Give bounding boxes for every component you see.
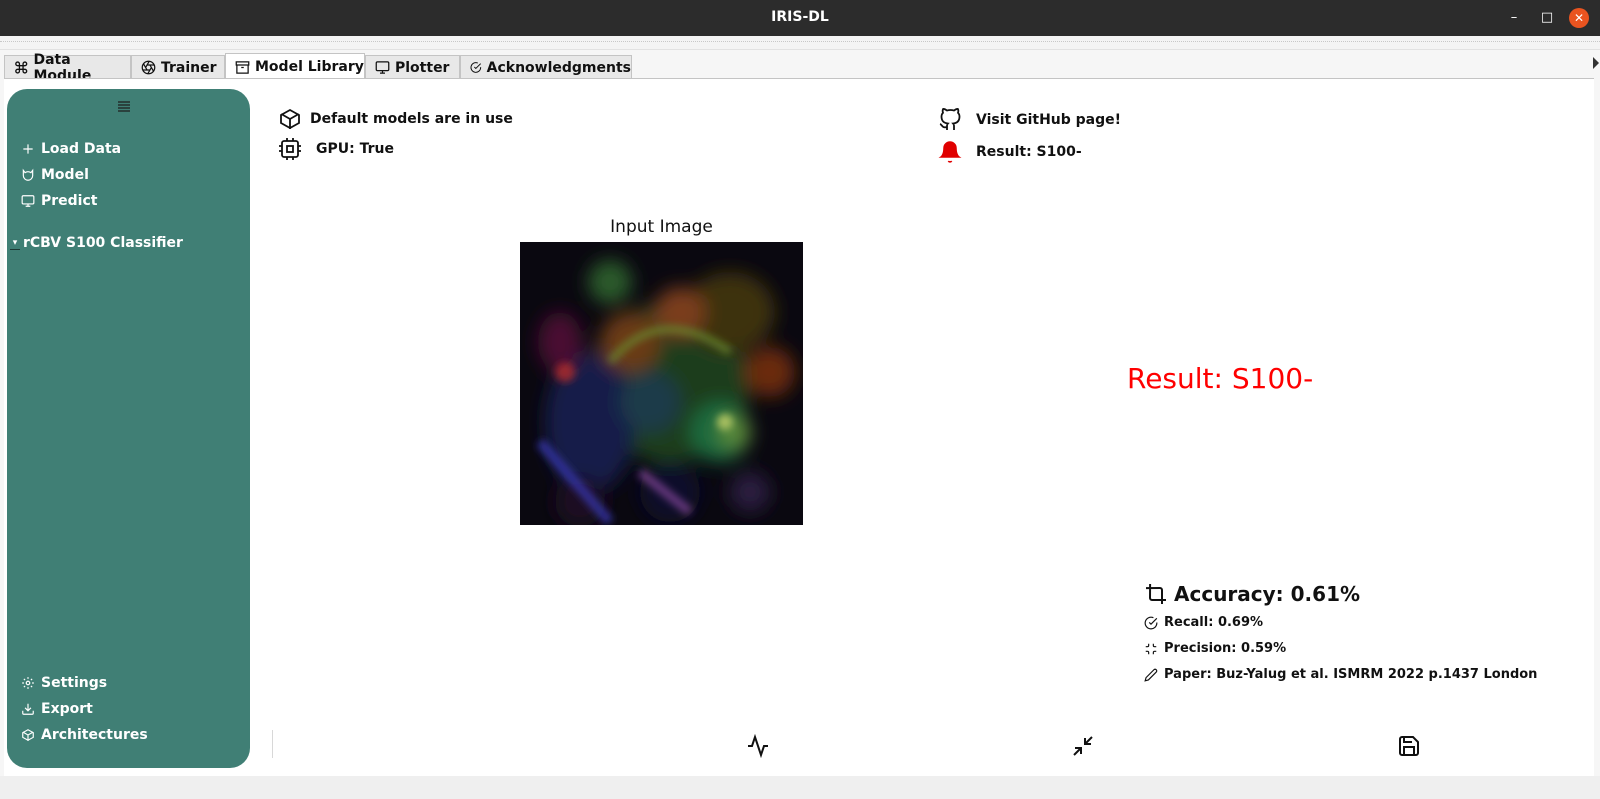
sidebar-item-export[interactable]: Export — [21, 699, 93, 719]
gear-icon — [22, 677, 34, 689]
minimize-2-icon[interactable] — [1071, 734, 1095, 758]
menu-icon[interactable] — [117, 99, 131, 113]
github-link[interactable]: Visit GitHub page! — [938, 108, 1121, 132]
github-link-text: Visit GitHub page! — [976, 112, 1122, 128]
activity-icon[interactable] — [746, 734, 770, 758]
models-status: Default models are in use — [278, 107, 513, 131]
precision-metric: Precision: 0.59% — [1144, 641, 1286, 656]
input-image-title: Input Image — [610, 217, 713, 237]
github-icon — [939, 108, 961, 130]
tab-label: Trainer — [161, 59, 217, 76]
minimize-icon — [1145, 643, 1157, 654]
tree-item-classifier[interactable]: ▾ rCBV S100 Classifier — [10, 235, 183, 251]
check-circle-icon — [470, 62, 482, 73]
window-title: IRIS-DL — [771, 9, 829, 25]
sidebar: Load Data Model Predict ▾ rCBV S100 Clas… — [7, 89, 250, 768]
accuracy-text: Accuracy: 0.61% — [1174, 582, 1361, 606]
caret-down-icon[interactable]: ▾ — [10, 236, 20, 250]
save-icon[interactable] — [1397, 734, 1421, 758]
codesandbox-icon — [22, 729, 34, 741]
recall-text: Recall: 0.69% — [1164, 615, 1264, 630]
status-bar — [0, 776, 1600, 799]
input-image — [520, 242, 803, 525]
tab-model-library[interactable]: Model Library — [225, 53, 365, 80]
accuracy-metric: Accuracy: 0.61% — [1144, 582, 1360, 606]
plus-icon — [23, 144, 33, 154]
result-label: Result: S100- — [1127, 362, 1314, 395]
paper-metric: Paper: Buz-Yalug et al. ISMRM 2022 p.143… — [1144, 667, 1537, 682]
sidebar-item-label: Model — [41, 167, 89, 183]
archive-icon — [235, 60, 250, 74]
pen-icon — [1144, 668, 1158, 682]
toolbar-grip — [0, 36, 1600, 50]
tab-trainer[interactable]: Trainer — [131, 55, 225, 79]
tab-label: Model Library — [255, 59, 364, 75]
precision-text: Precision: 0.59% — [1164, 641, 1287, 656]
sidebar-item-architectures[interactable]: Architectures — [21, 725, 148, 745]
download-icon — [22, 703, 34, 715]
title-bar: IRIS-DL – □ ✕ — [0, 0, 1600, 36]
tab-label: Plotter — [395, 59, 450, 76]
command-icon — [15, 61, 28, 74]
gpu-status: GPU: True — [278, 137, 394, 161]
sidebar-item-label: Predict — [41, 193, 98, 209]
result-status-text: Result: S100- — [976, 144, 1082, 160]
cpu-icon — [279, 138, 301, 160]
close-window-button[interactable]: ✕ — [1569, 8, 1589, 28]
recall-metric: Recall: 0.69% — [1144, 615, 1263, 630]
check-circle-icon — [1144, 616, 1158, 629]
monitor-icon — [375, 61, 390, 74]
sidebar-item-label: Architectures — [41, 727, 148, 743]
gpu-status-text: GPU: True — [316, 141, 394, 157]
sidebar-item-label: Settings — [41, 675, 108, 691]
minimize-window-button[interactable]: – — [1504, 8, 1524, 28]
tree-item-label: rCBV S100 Classifier — [23, 235, 183, 251]
box-icon — [280, 108, 300, 130]
maximize-window-button[interactable]: □ — [1537, 8, 1557, 28]
result-status: Result: S100- — [938, 140, 1082, 164]
paper-text: Paper: Buz-Yalug et al. ISMRM 2022 p.143… — [1164, 667, 1538, 682]
tab-scroll-right[interactable] — [1592, 53, 1600, 73]
tab-plotter[interactable]: Plotter — [365, 55, 460, 79]
sidebar-item-load-data[interactable]: Load Data — [21, 139, 121, 159]
bell-icon — [938, 141, 962, 163]
crop-icon — [1145, 583, 1166, 604]
aperture-icon — [141, 60, 156, 75]
cat-icon — [22, 168, 34, 181]
sidebar-item-settings[interactable]: Settings — [21, 673, 107, 693]
monitor-icon — [21, 195, 35, 207]
sidebar-item-model[interactable]: Model — [21, 165, 89, 185]
sidebar-item-label: Load Data — [41, 141, 122, 157]
sidebar-item-predict[interactable]: Predict — [21, 191, 97, 211]
sidebar-item-label: Export — [41, 701, 93, 717]
tab-acknowledgments[interactable]: Acknowledgments — [460, 55, 632, 79]
bottom-toolbar — [272, 730, 1572, 758]
models-status-text: Default models are in use — [310, 111, 513, 127]
tab-data-module[interactable]: Data Module — [4, 52, 131, 84]
tab-bar: Data Module Trainer Model Library Plotte… — [0, 52, 1600, 84]
tab-label: Acknowledgments — [486, 59, 631, 76]
